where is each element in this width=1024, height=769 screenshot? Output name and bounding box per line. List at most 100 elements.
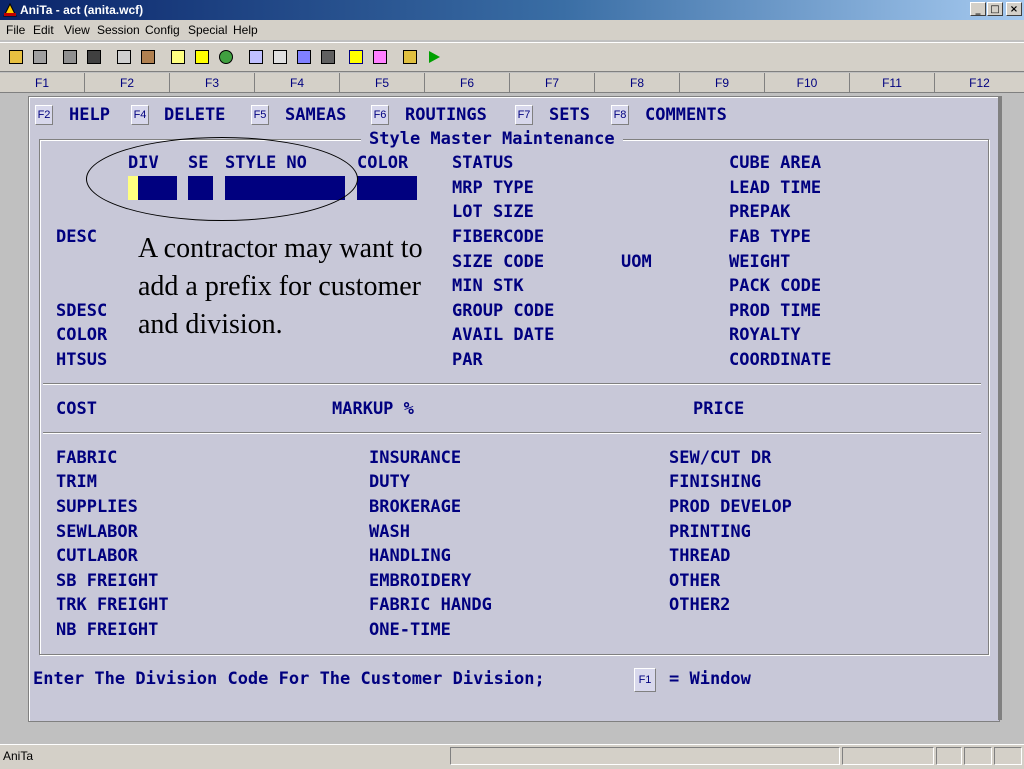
- label-duty: DUTY: [369, 472, 410, 492]
- prompt-suffix: = Window: [669, 669, 751, 689]
- menu-file[interactable]: File: [6, 23, 25, 37]
- label-finishing: FINISHING: [669, 472, 762, 492]
- dos-icon[interactable]: [370, 47, 390, 67]
- cmd-sameas[interactable]: SAMEAS: [285, 105, 346, 125]
- fkey-f12[interactable]: F12: [935, 73, 1024, 93]
- label-lead-time: LEAD TIME: [729, 178, 822, 198]
- color-input[interactable]: [357, 176, 417, 200]
- fkey-f10[interactable]: F10: [765, 73, 850, 93]
- label-fibercode: FIBERCODE: [452, 227, 545, 247]
- label-sewlabor: SEWLABOR: [56, 522, 138, 542]
- function-key-bar: F1 F2 F3 F4 F5 F6 F7 F8 F9 F10 F11 F12: [0, 73, 1024, 93]
- window-icon[interactable]: [168, 47, 188, 67]
- label-trk-freight: TRK FREIGHT: [56, 595, 169, 615]
- label-sb-freight: SB FREIGHT: [56, 571, 159, 591]
- fkey-f4[interactable]: F4: [255, 73, 340, 93]
- open-folder-icon[interactable]: [6, 47, 26, 67]
- menu-edit[interactable]: Edit: [33, 23, 54, 37]
- label-other2: OTHER2: [669, 595, 731, 615]
- cmd-sets[interactable]: SETS: [549, 105, 590, 125]
- menu-special[interactable]: Special: [188, 23, 227, 37]
- highlight-ellipse: [86, 137, 358, 221]
- label-prod-develop: PROD DEVELOP: [669, 497, 792, 517]
- label-cutlabor: CUTLABOR: [56, 546, 138, 566]
- fkey-f3[interactable]: F3: [170, 73, 255, 93]
- label-cube-area: CUBE AREA: [729, 153, 822, 173]
- fkey-f5[interactable]: F5: [340, 73, 425, 93]
- menu-bar: File Edit View Session Config Special He…: [0, 20, 1024, 40]
- toolbar: [0, 42, 1024, 72]
- label-weight: WEIGHT: [729, 252, 791, 272]
- label-htsus: HTSUS: [56, 350, 108, 370]
- cmd-key-f4[interactable]: F4: [131, 105, 149, 125]
- font-icon[interactable]: [294, 47, 314, 67]
- fkey-f6[interactable]: F6: [425, 73, 510, 93]
- fkey-f7[interactable]: F7: [510, 73, 595, 93]
- cmd-key-f5[interactable]: F5: [251, 105, 269, 125]
- cmd-key-f2[interactable]: F2: [35, 105, 53, 125]
- label-price: PRICE: [693, 399, 745, 419]
- cmd-routings[interactable]: ROUTINGS: [405, 105, 487, 125]
- computer-icon[interactable]: [246, 47, 266, 67]
- label-other: OTHER: [669, 571, 721, 591]
- form-title: Style Master Maintenance: [361, 129, 623, 149]
- label-printing: PRINTING: [669, 522, 751, 542]
- help-arrow-icon[interactable]: [346, 47, 366, 67]
- label-group-code: GROUP CODE: [452, 301, 555, 321]
- fkey-f1[interactable]: F1: [0, 73, 85, 93]
- save-icon[interactable]: [30, 47, 50, 67]
- status-cell-5: [994, 747, 1022, 765]
- fkey-f2[interactable]: F2: [85, 73, 170, 93]
- info-icon[interactable]: [192, 47, 212, 67]
- label-color-key: COLOR: [357, 153, 409, 173]
- play-icon[interactable]: [424, 47, 444, 67]
- prompt-text: Enter The Division Code For The Customer…: [33, 669, 545, 689]
- label-nb-freight: NB FREIGHT: [56, 620, 159, 640]
- label-prod-time: PROD TIME: [729, 301, 822, 321]
- fkey-f9[interactable]: F9: [680, 73, 765, 93]
- label-uom: UOM: [621, 252, 652, 272]
- fkey-f11[interactable]: F11: [850, 73, 935, 93]
- label-fabric: FABRIC: [56, 448, 118, 468]
- paste-icon[interactable]: [84, 47, 104, 67]
- label-thread: THREAD: [669, 546, 731, 566]
- keyboard-icon[interactable]: [318, 47, 338, 67]
- cmd-comments[interactable]: COMMENTS: [645, 105, 727, 125]
- menu-config[interactable]: Config: [145, 23, 180, 37]
- anita-app-icon[interactable]: [3, 3, 17, 17]
- calculator-icon[interactable]: [270, 47, 290, 67]
- cmd-help[interactable]: HELP: [69, 105, 110, 125]
- menu-session[interactable]: Session: [97, 23, 140, 37]
- prompt-key-f1[interactable]: F1: [634, 668, 656, 692]
- fkey-f8[interactable]: F8: [595, 73, 680, 93]
- screen-edge: [998, 96, 1002, 720]
- label-royalty: ROYALTY: [729, 325, 801, 345]
- minimize-button[interactable]: _: [970, 2, 986, 16]
- cmd-key-f8[interactable]: F8: [611, 105, 629, 125]
- label-min-stk: MIN STK: [452, 276, 524, 296]
- refresh-icon[interactable]: [216, 47, 236, 67]
- database-icon[interactable]: [400, 47, 420, 67]
- menu-view[interactable]: View: [64, 23, 90, 37]
- copy-icon[interactable]: [60, 47, 80, 67]
- status-cell-1: [450, 747, 840, 765]
- menu-help[interactable]: Help: [233, 23, 258, 37]
- label-sdesc: SDESC: [56, 301, 108, 321]
- label-fab-type: FAB TYPE: [729, 227, 811, 247]
- label-insurance: INSURANCE: [369, 448, 462, 468]
- cmd-key-f6[interactable]: F6: [371, 105, 389, 125]
- label-supplies: SUPPLIES: [56, 497, 138, 517]
- label-fabric-handg: FABRIC HANDG: [369, 595, 492, 615]
- print-preview-icon[interactable]: [138, 47, 158, 67]
- restore-button[interactable]: □: [987, 2, 1003, 16]
- label-one-time: ONE-TIME: [369, 620, 451, 640]
- close-button[interactable]: ×: [1006, 2, 1022, 16]
- label-embroidery: EMBROIDERY: [369, 571, 472, 591]
- label-par: PAR: [452, 350, 483, 370]
- label-lot-size: LOT SIZE: [452, 202, 534, 222]
- print-icon[interactable]: [114, 47, 134, 67]
- cmd-delete[interactable]: DELETE: [164, 105, 225, 125]
- label-handling: HANDLING: [369, 546, 451, 566]
- cmd-key-f7[interactable]: F7: [515, 105, 533, 125]
- label-wash: WASH: [369, 522, 410, 542]
